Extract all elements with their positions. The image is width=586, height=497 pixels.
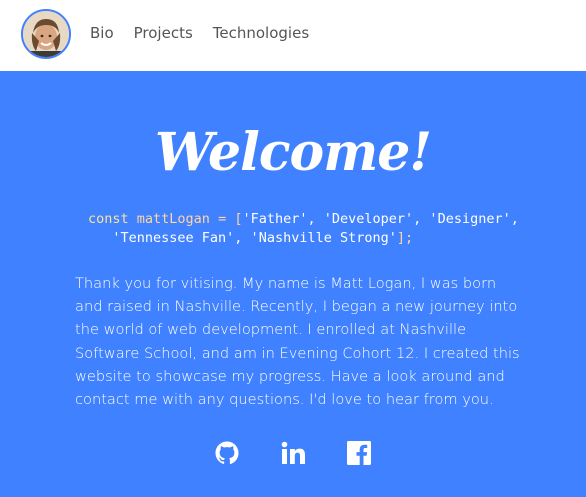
bio-paragraph: Thank you for vitising. My name is Matt … bbox=[75, 275, 520, 409]
code-keyword: const bbox=[88, 211, 129, 227]
nav-links: Bio Projects Technologies bbox=[90, 22, 309, 44]
linkedin-link[interactable] bbox=[280, 440, 306, 466]
navbar: Bio Projects Technologies bbox=[0, 0, 586, 71]
avatar-image bbox=[23, 11, 69, 57]
code-line2-values: 'Tennessee Fan', 'Nashville Strong' bbox=[112, 230, 397, 246]
facebook-icon bbox=[347, 441, 371, 465]
avatar[interactable] bbox=[21, 9, 71, 59]
social-links bbox=[0, 440, 586, 466]
linkedin-icon bbox=[281, 441, 305, 464]
code-variable: mattLogan bbox=[136, 211, 210, 227]
hero-section: Welcome! const mattLogan = ['Father', 'D… bbox=[0, 71, 586, 497]
nav-link-projects[interactable]: Projects bbox=[134, 22, 193, 44]
welcome-heading: Welcome! bbox=[154, 122, 432, 183]
code-close-bracket: ]; bbox=[396, 230, 414, 246]
nav-link-bio[interactable]: Bio bbox=[90, 22, 114, 44]
nav-link-technologies[interactable]: Technologies bbox=[213, 22, 309, 44]
github-link[interactable] bbox=[214, 440, 240, 466]
github-icon bbox=[215, 441, 239, 465]
code-open-bracket: [ bbox=[234, 211, 243, 227]
code-line1-values: 'Father', 'Developer', 'Designer', bbox=[242, 211, 519, 227]
code-snippet: const mattLogan = ['Father', 'Developer'… bbox=[88, 210, 528, 248]
facebook-link[interactable] bbox=[346, 440, 372, 466]
code-operator: = bbox=[218, 211, 227, 227]
